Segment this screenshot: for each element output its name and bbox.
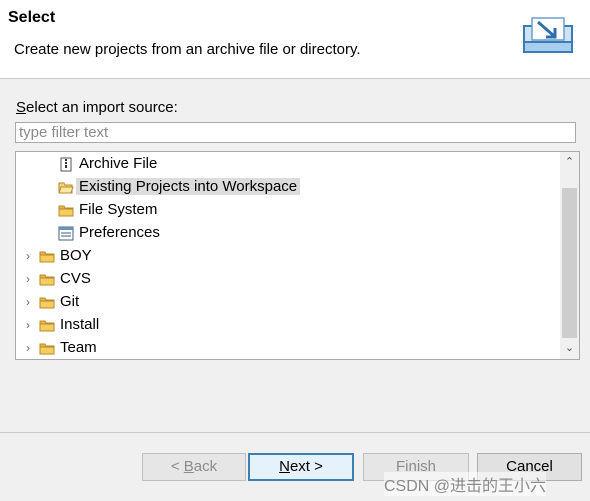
expand-chevron-icon[interactable]: › bbox=[23, 314, 33, 337]
import-source-tree[interactable]: › Team › Install › Git › CVS › BOY Preferences File… bbox=[15, 151, 580, 360]
scroll-up-button[interactable]: ⌃ bbox=[560, 154, 579, 171]
expand-chevron-icon[interactable]: › bbox=[23, 268, 33, 291]
tree-item-label: CVS bbox=[60, 270, 91, 287]
folder-icon bbox=[39, 341, 55, 356]
tree-item-label: Existing Projects into Workspace bbox=[76, 178, 301, 195]
button-bar-divider bbox=[0, 432, 590, 433]
open-folder-icon bbox=[58, 180, 74, 195]
tree-item[interactable]: Archive File bbox=[16, 153, 561, 176]
page-description: Create new projects from an archive file… bbox=[14, 41, 361, 58]
folder-icon bbox=[39, 272, 55, 287]
filter-input[interactable] bbox=[15, 122, 576, 143]
folder-icon bbox=[39, 318, 55, 333]
watermark: CSDN @进击的王小六 bbox=[384, 472, 547, 496]
tree-scrollbar[interactable]: ⌃ ⌄ bbox=[560, 152, 579, 359]
tree-item-label: BOY bbox=[60, 247, 92, 264]
tree-item[interactable]: › CVS bbox=[16, 268, 561, 291]
tree-item[interactable]: Preferences bbox=[16, 222, 561, 245]
import-wizard-icon bbox=[523, 17, 573, 53]
wizard-header: Select Create new projects from an archi… bbox=[0, 0, 590, 79]
tree-item[interactable]: › BOY bbox=[16, 245, 561, 268]
tree-item-label: Team bbox=[60, 339, 97, 356]
tree-item-label: File System bbox=[79, 201, 158, 218]
back-button[interactable]: < Back bbox=[142, 453, 246, 481]
page-title: Select bbox=[8, 9, 56, 26]
preferences-icon bbox=[58, 226, 74, 241]
archive-file-icon bbox=[58, 157, 74, 172]
tree-item[interactable]: › Team bbox=[16, 337, 561, 359]
tree-item-label: Archive File bbox=[79, 155, 158, 172]
expand-chevron-icon[interactable]: › bbox=[23, 291, 33, 314]
tree-item-label: Preferences bbox=[79, 224, 160, 241]
import-source-label: Select an import source: bbox=[16, 99, 178, 116]
tree-item[interactable]: File System bbox=[16, 199, 561, 222]
tree-item[interactable]: › Install bbox=[16, 314, 561, 337]
tree-item[interactable]: › Git bbox=[16, 291, 561, 314]
folder-icon bbox=[39, 249, 55, 264]
expand-chevron-icon[interactable]: › bbox=[23, 337, 33, 359]
scroll-down-button[interactable]: ⌄ bbox=[560, 340, 579, 357]
folder-icon bbox=[58, 203, 74, 218]
tree-item[interactable]: Existing Projects into Workspace bbox=[16, 176, 561, 199]
expand-chevron-icon[interactable]: › bbox=[23, 245, 33, 268]
tree-item-label: Git bbox=[60, 293, 80, 310]
tree-item-label: Install bbox=[60, 316, 100, 333]
scroll-thumb[interactable] bbox=[562, 188, 577, 338]
folder-icon bbox=[39, 295, 55, 310]
next-button[interactable]: Next > bbox=[248, 453, 354, 481]
